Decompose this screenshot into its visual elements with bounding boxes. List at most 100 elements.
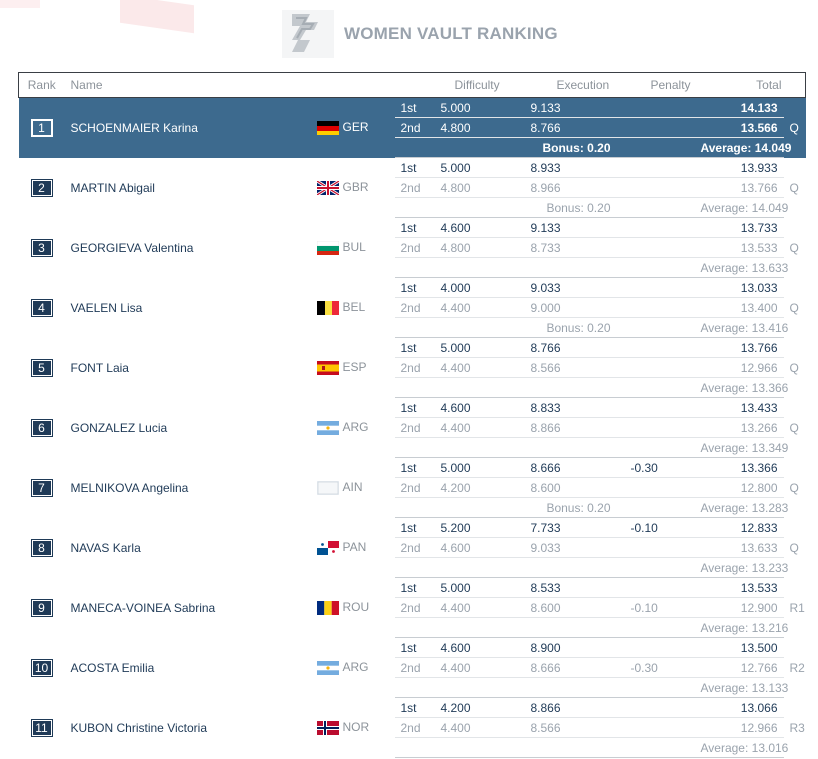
arg-flag-icon [316,660,339,675]
column-header-penalty[interactable]: Penalty [624,72,695,98]
attempt-label: 2nd [394,237,435,258]
athlete-name[interactable]: SCHOENMAIER Karina [64,97,311,158]
table-row[interactable]: 5 FONT Laia ESP 1st 5.000 8.766 13.766 Q [19,337,806,377]
bul-flag-icon [316,240,339,255]
column-header-qualification [783,72,806,98]
athlete-name[interactable]: KUBON Christine Victoria [65,698,311,758]
total-score: 12.966 [694,357,784,378]
execution-score: 8.766 [524,117,625,138]
attempt-label: 2nd [394,417,435,438]
nation-cell: BEL [311,278,395,338]
penalty-score: -0.10 [624,517,695,538]
total-score: 13.933 [694,157,784,178]
total-score: 13.266 [694,417,784,438]
attempt-label: 2nd [394,177,435,198]
average-score: Average: 14.049 [694,197,788,218]
rank-badge: 8 [30,538,53,557]
difficulty-score: 4.600 [434,537,525,558]
athlete-name[interactable]: GONZALEZ Lucia [65,398,311,458]
attempt-label: 1st [394,337,435,358]
column-header-difficulty[interactable]: Difficulty [434,72,525,98]
average-score: Average: 13.283 [694,497,788,518]
table-row[interactable]: 6 GONZALEZ Lucia ARG 1st 4.600 8.833 13.… [19,397,806,437]
table-row[interactable]: 8 NAVAS Karla PAN 1st 5.200 7.733 -0.10 … [19,517,806,557]
athlete-name[interactable]: MANECA-VOINEA Sabrina [65,578,311,638]
penalty-score [624,337,695,358]
nation-code: BUL [342,240,366,255]
total-score: 13.633 [694,537,784,558]
difficulty-score: 4.000 [434,277,525,298]
nation-cell: GER [310,97,395,158]
attempt-label: 2nd [394,597,435,618]
difficulty-score: 4.400 [434,297,525,318]
average-score: Average: 13.633 [694,257,788,278]
bonus-value: Bonus: 0.20 [524,317,625,338]
nation-cell: NOR [311,698,395,758]
total-score: 13.366 [694,457,784,478]
nation-cell: ARG [311,638,395,698]
nation-code: ESP [342,360,367,375]
nation-code: GBR [342,180,369,195]
athlete-name[interactable]: MARTIN Abigail [65,158,311,218]
execution-score: 8.966 [524,177,625,198]
rank-cell: 10 [19,638,65,698]
column-header-total[interactable]: Total [694,72,784,98]
total-score: 13.766 [694,177,784,198]
attempt-label: 1st [394,457,435,478]
nation-code: ARG [342,660,369,675]
athlete-name[interactable]: MELNIKOVA Angelina [65,458,311,518]
penalty-score [624,537,695,558]
rank-cell: 11 [19,698,65,758]
average-score: Average: 13.349 [694,437,788,458]
bonus-value: Bonus: 0.20 [524,497,625,518]
ain-flag-icon [316,480,339,495]
difficulty-score: 4.400 [434,357,525,378]
column-header-execution[interactable]: Execution [524,72,625,98]
rank-badge: 7 [30,478,53,497]
attempt-label: 1st [394,697,435,718]
total-score: 14.133 [694,97,784,118]
nation-code: ROU [342,600,370,615]
table-row[interactable]: 3 GEORGIEVA Valentina BUL 1st 4.600 9.13… [19,217,806,257]
page-header: WOMEN VAULT RANKING [0,0,818,70]
athlete-name[interactable]: GEORGIEVA Valentina [65,218,311,278]
attempt-label: 1st [394,277,435,298]
column-header-name[interactable]: Name [64,72,311,98]
table-row[interactable]: 10 ACOSTA Emilia ARG 1st 4.600 8.900 13.… [19,637,806,677]
nation-cell: GBR [311,158,395,218]
penalty-score [624,417,695,438]
table-row[interactable]: 2 MARTIN Abigail GBR 1st 5.000 8.933 13.… [19,157,806,197]
execution-score: 9.033 [524,277,625,298]
execution-score: 8.533 [524,577,625,598]
penalty-score [624,357,695,378]
table-row[interactable]: 1 SCHOENMAIER Karina GER 1st 5.000 9.133… [18,97,806,158]
bonus-value: Bonus: 0.20 [524,137,625,158]
penalty-score [624,637,695,658]
total-score: 13.066 [694,697,784,718]
attempt-label: 2nd [394,357,435,378]
total-score: 13.533 [694,237,784,258]
penalty-score [624,297,695,318]
esp-flag-icon [316,360,339,375]
table-row[interactable]: 9 MANECA-VOINEA Sabrina ROU 1st 5.000 8.… [19,577,806,617]
table-row[interactable]: 4 VAELEN Lisa BEL 1st 4.000 9.033 13.033… [19,277,806,317]
column-header-rank[interactable]: Rank [18,72,65,98]
athlete-name[interactable]: ACOSTA Emilia [65,638,311,698]
athlete-name[interactable]: FONT Laia [65,338,311,398]
rank-cell: 5 [19,338,65,398]
table-row[interactable]: 11 KUBON Christine Victoria NOR 1st 4.20… [19,697,806,737]
rank-cell: 4 [19,278,65,338]
average-score: Average: 13.366 [694,377,788,398]
execution-score: 8.666 [524,457,625,478]
difficulty-score: 5.000 [434,337,525,358]
attempt-label: 2nd [394,717,435,738]
athlete-name[interactable]: VAELEN Lisa [65,278,311,338]
table-header-row: Rank Name Difficulty Execution Penalty T… [18,72,806,98]
athlete-name[interactable]: NAVAS Karla [65,518,311,578]
rank-cell: 7 [19,458,65,518]
arg-flag-icon [316,420,339,435]
difficulty-score: 4.400 [434,417,525,438]
rank-badge: 6 [30,418,53,437]
execution-score: 8.766 [524,337,625,358]
table-row[interactable]: 7 MELNIKOVA Angelina AIN 1st 5.000 8.666… [19,457,806,497]
